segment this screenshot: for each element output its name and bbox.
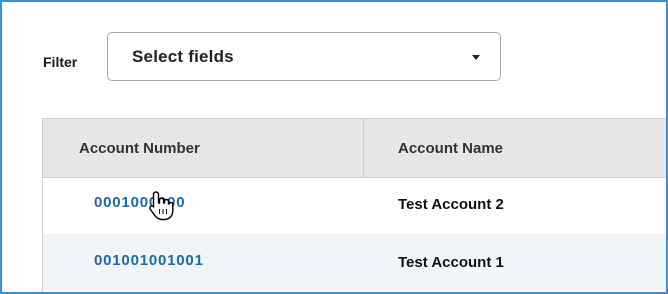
accounts-table: Account Number Account Name 0001000000 T… bbox=[42, 118, 666, 292]
column-header-account-name[interactable]: Account Name bbox=[398, 119, 503, 177]
hand-pointer-icon bbox=[149, 191, 174, 221]
screenshot-frame: Filter Select fields Account Number Acco… bbox=[0, 0, 668, 294]
table-row: 0001000000 Test Account 2 bbox=[43, 178, 666, 234]
account-name-cell: Test Account 2 bbox=[398, 196, 504, 213]
table-header: Account Number Account Name bbox=[43, 118, 666, 178]
account-name-cell: Test Account 1 bbox=[398, 254, 504, 271]
account-number-link[interactable]: 001001001001 bbox=[94, 252, 204, 269]
select-fields-value: Select fields bbox=[132, 46, 234, 66]
filter-label: Filter bbox=[43, 54, 78, 70]
column-header-account-number[interactable]: Account Number bbox=[79, 119, 200, 177]
select-fields-dropdown[interactable]: Select fields bbox=[107, 32, 501, 81]
table-row: 001001001001 Test Account 1 bbox=[43, 234, 666, 290]
column-divider bbox=[363, 119, 364, 177]
chevron-down-icon bbox=[472, 55, 480, 60]
